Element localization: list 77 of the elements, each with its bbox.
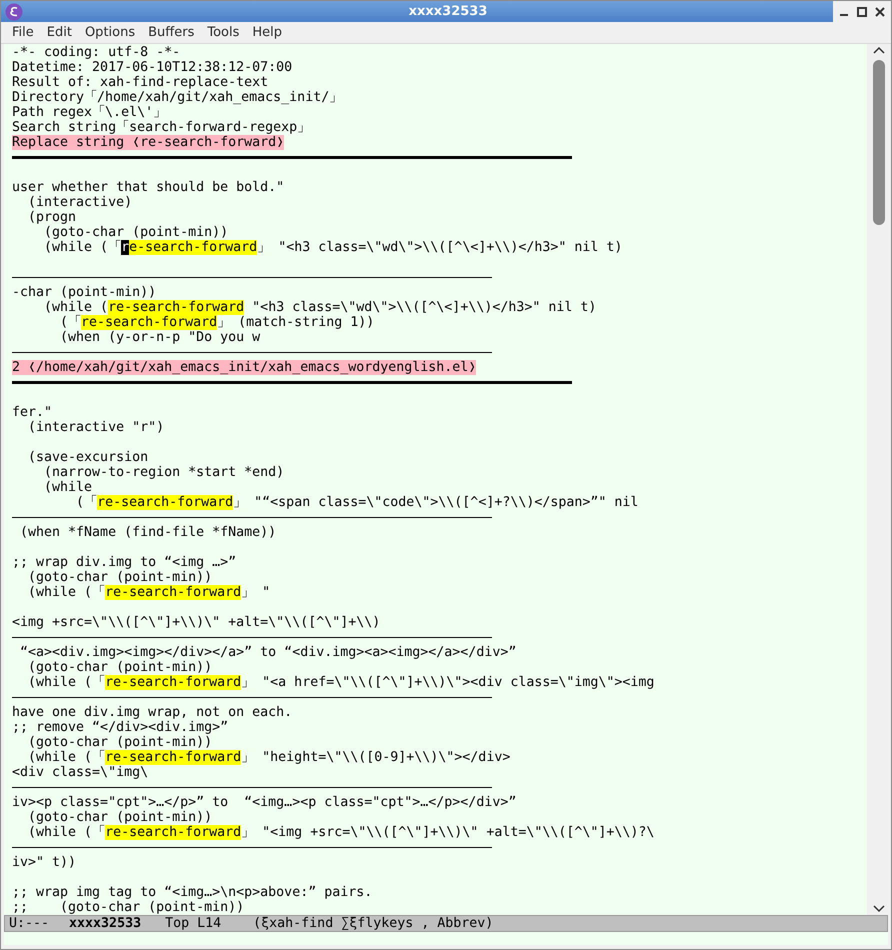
code-text: ;; (goto-char (point-min)) <box>12 900 244 915</box>
code-text: 」 "<a href=\"\\([^\"]+\\)\"><div class=\"img\"><img <box>241 675 654 690</box>
text-buffer[interactable] <box>4 44 867 915</box>
code-text: user whether that should be bold." <box>12 180 284 195</box>
window-title: xxxx32533 <box>408 4 488 19</box>
code-text: iv><p class="cpt">…</p>” to “<img…><p class="cpt">…</p></div>” <box>12 795 516 810</box>
code-text: (progn <box>27 210 76 225</box>
code-text: (interactive) <box>27 195 132 210</box>
code-text: (when *fName (find-file *fName)) <box>19 525 276 540</box>
code-text: (goto-char (point-min)) <box>27 735 212 750</box>
mode-list: (ξxah-find ∑ξflykeys , Abbrev) <box>253 916 494 931</box>
code-text: (goto-char (point-min)) <box>27 810 212 825</box>
menu-item[interactable]: Help <box>246 25 288 40</box>
scroll-up-icon[interactable] <box>873 46 885 54</box>
code-text: Datetime: 2017-06-10T12:38:12-07:00 <box>12 60 292 75</box>
menu-item[interactable]: File <box>6 25 40 40</box>
code-text: Result of: xah-find-replace-text <box>12 75 268 90</box>
code-text: (「 <box>75 495 98 510</box>
text-cursor: r <box>121 240 130 255</box>
code-text: 」 " <box>241 585 270 600</box>
search-match-highlight: re-search-forward <box>105 825 242 840</box>
code-text: ;; remove “</div><div.img>” <box>12 720 228 735</box>
code-text: Path regex「\.el\'」 <box>12 105 166 120</box>
code-text: (while (「 <box>27 825 106 840</box>
search-match-highlight: re-search-forward <box>105 750 242 765</box>
code-text: -char (point-min)) <box>12 285 156 300</box>
code-text: 」 "<img +src=\"\\([^\"]+\\)\" +alt=\"\\([^\"]+\\)?\ <box>241 825 654 840</box>
buffer-name: xxxx32533 <box>69 916 142 931</box>
menu-item[interactable]: Buffers <box>142 25 200 40</box>
search-match-highlight: re-search-forward <box>105 585 242 600</box>
menu-item[interactable]: Tools <box>201 25 246 40</box>
code-text: (goto-char (point-min)) <box>27 570 212 585</box>
code-text: (while ( <box>43 300 108 315</box>
code-text: -*- coding: utf-8 -*- <box>12 45 180 60</box>
code-text: iv>" t)) <box>12 855 76 870</box>
scroll-down-icon[interactable] <box>873 905 885 913</box>
code-text: 」 "“<span class=\"code\">\\([^<]+?\\)</span>”" nil <box>233 495 638 510</box>
search-match-highlight: re-search-forward <box>105 675 242 690</box>
close-icon[interactable] <box>875 6 885 16</box>
code-text: Search string「search-forward-regexp」 <box>12 120 310 135</box>
code-text: Directory「/home/xah/git/xah_emacs_init/」 <box>12 90 342 105</box>
app-logo-icon <box>5 2 23 20</box>
code-text: (while (「 <box>43 240 122 255</box>
maximize-icon[interactable] <box>857 6 867 16</box>
code-text: 」 "<h3 class=\"wd\">\\([^\<]+\\)</h3>" nil t) <box>257 240 622 255</box>
code-text: (narrow-to-region *start *end) <box>43 465 284 480</box>
code-text: have one div.img wrap, not on each. <box>12 705 292 720</box>
code-text: (while (「 <box>27 750 106 765</box>
code-text: 」 "height=\"\\([0-9]+\\)\"></div> <box>241 750 510 765</box>
code-text: (while <box>43 480 92 495</box>
result-header: 2 ❬/home/xah/git/xah_emacs_init/xah_emacs_wordyenglish.el❭ <box>12 360 476 375</box>
menu-item[interactable]: Options <box>78 25 142 40</box>
search-match-highlight: re-search-forward <box>97 495 234 510</box>
code-text: (while (「 <box>27 675 106 690</box>
search-match-highlight: e-search-forward <box>129 240 258 255</box>
code-text: (interactive "r") <box>27 420 164 435</box>
result-header: Replace string ❬re-search-forward❭ <box>12 135 284 150</box>
code-text: "<h3 class=\"wd\">\\([^\<]+\\)</h3>" nil t) <box>251 300 596 315</box>
code-text: (goto-char (point-min)) <box>43 225 228 240</box>
code-text: <img +src=\"\\([^\"]+\\)\" +alt=\"\\([^\"]+\\) <box>12 615 380 630</box>
code-text: ;; wrap img tag to “<img…>\n<p>above:” pairs. <box>12 885 372 900</box>
code-text: (when (y-or-n-p "Do you w <box>59 330 260 345</box>
code-text: ;; wrap div.img to “<img …>” <box>12 555 236 570</box>
code-text: 」 (match-string 1)) <box>217 315 374 330</box>
scroll-thumb[interactable] <box>873 60 885 225</box>
code-text: (「 <box>59 315 82 330</box>
code-text: (goto-char (point-min)) <box>27 660 212 675</box>
code-text: (save-excursion <box>27 450 148 465</box>
search-match-highlight: re-search-forward <box>108 300 244 315</box>
menu-item[interactable]: Edit <box>40 25 78 40</box>
code-text: (while (「 <box>27 585 106 600</box>
buffer-status: U:--- <box>9 916 50 931</box>
code-text: fer." <box>12 405 52 420</box>
code-text: <div class=\"img\ <box>12 765 148 780</box>
buffer-position: Top L14 <box>165 916 222 931</box>
code-text: “<a><div.img><img></div></a>” to “<div.img><a><img></a></div>” <box>19 645 516 660</box>
search-match-highlight: re-search-forward <box>81 315 218 330</box>
